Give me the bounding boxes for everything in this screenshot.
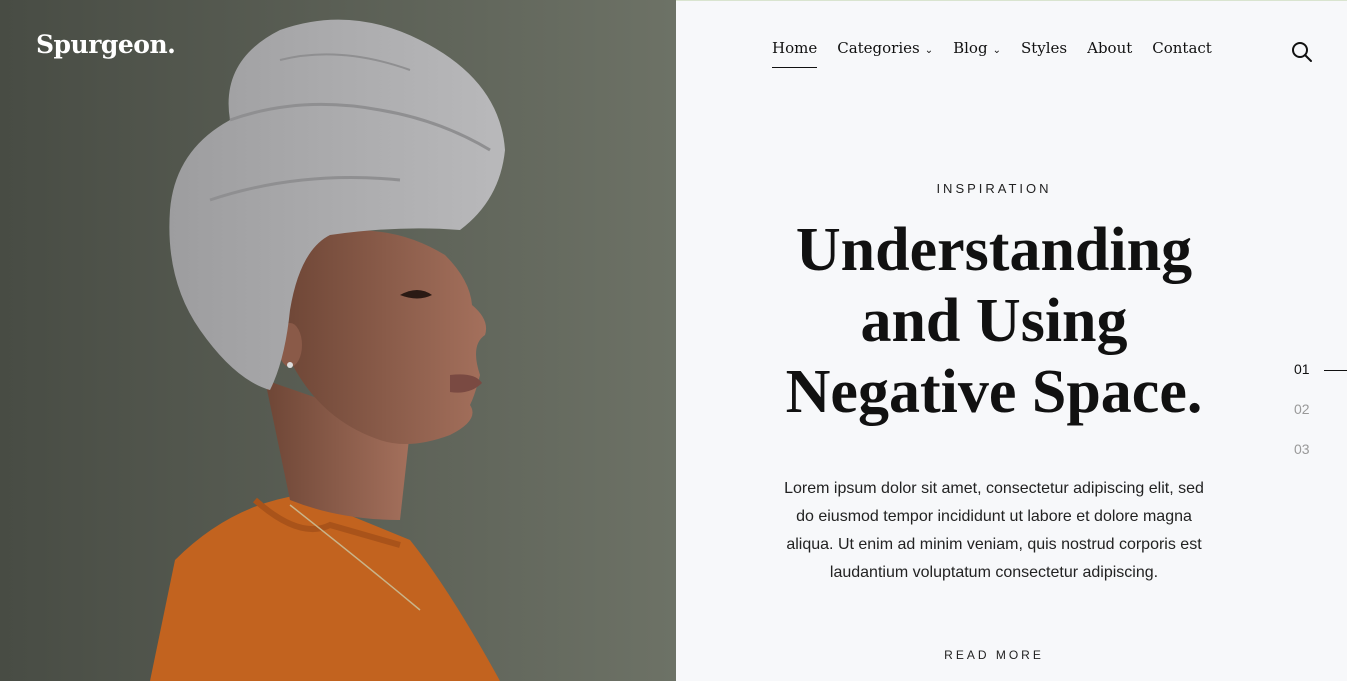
nav-item-about[interactable]: About [1087, 39, 1132, 67]
title-line: and Using [860, 287, 1128, 355]
site-logo[interactable]: Spurgeon. [36, 30, 176, 59]
nav-item-label: Blog [953, 39, 988, 57]
nav-item-label: Categories [837, 39, 920, 57]
chevron-down-icon: ⌄ [992, 44, 1001, 56]
pager-item-03[interactable]: 03 [1294, 441, 1310, 481]
title-line: Negative Space. [785, 358, 1203, 426]
nav-item-label: Home [772, 39, 818, 57]
nav-item-blog[interactable]: Blog ⌄ [953, 39, 1001, 67]
title-line: Understanding [795, 216, 1193, 284]
slide-pager: 01 02 03 [1294, 361, 1347, 481]
read-more-link[interactable]: READ MORE [676, 648, 1312, 662]
post-title[interactable]: Understanding and Using Negative Space. [676, 215, 1312, 428]
nav-item-label: Styles [1020, 39, 1068, 57]
portrait-illustration [0, 0, 676, 681]
content-panel: Home Categories ⌄ Blog ⌄ Styles About Co… [676, 0, 1347, 681]
post-category[interactable]: INSPIRATION [676, 181, 1312, 196]
nav-item-home[interactable]: Home [772, 39, 818, 68]
search-icon[interactable] [1291, 41, 1313, 63]
nav-item-categories[interactable]: Categories ⌄ [837, 39, 933, 67]
hero-image: Spurgeon. [0, 0, 676, 681]
pager-item-01[interactable]: 01 [1294, 361, 1310, 401]
chevron-down-icon: ⌄ [924, 44, 934, 56]
active-slide-indicator [1324, 370, 1347, 371]
nav-item-label: Contact [1152, 39, 1212, 57]
nav-item-contact[interactable]: Contact [1152, 39, 1212, 67]
nav-item-label: About [1087, 39, 1133, 57]
main-nav: Home Categories ⌄ Blog ⌄ Styles About Co… [772, 39, 1232, 68]
pager-item-02[interactable]: 02 [1294, 401, 1310, 441]
nav-item-styles[interactable]: Styles [1021, 39, 1067, 67]
post-excerpt: Lorem ipsum dolor sit amet, consectetur … [784, 480, 1204, 581]
